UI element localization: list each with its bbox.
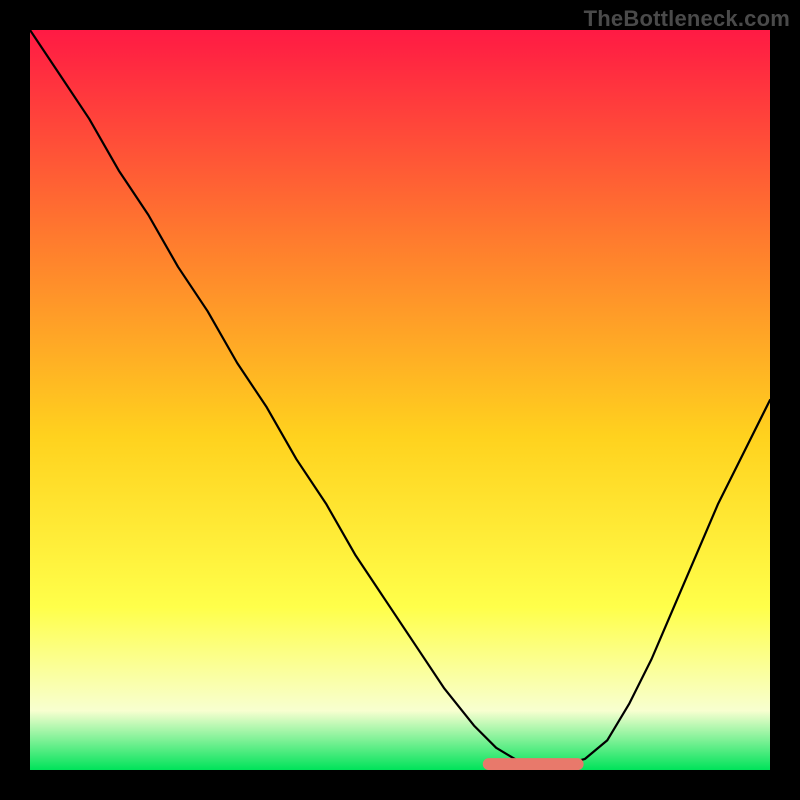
gradient-background	[30, 30, 770, 770]
chart-frame: TheBottleneck.com	[0, 0, 800, 800]
plot-svg	[30, 30, 770, 770]
watermark-text: TheBottleneck.com	[584, 6, 790, 32]
plot-area	[30, 30, 770, 770]
